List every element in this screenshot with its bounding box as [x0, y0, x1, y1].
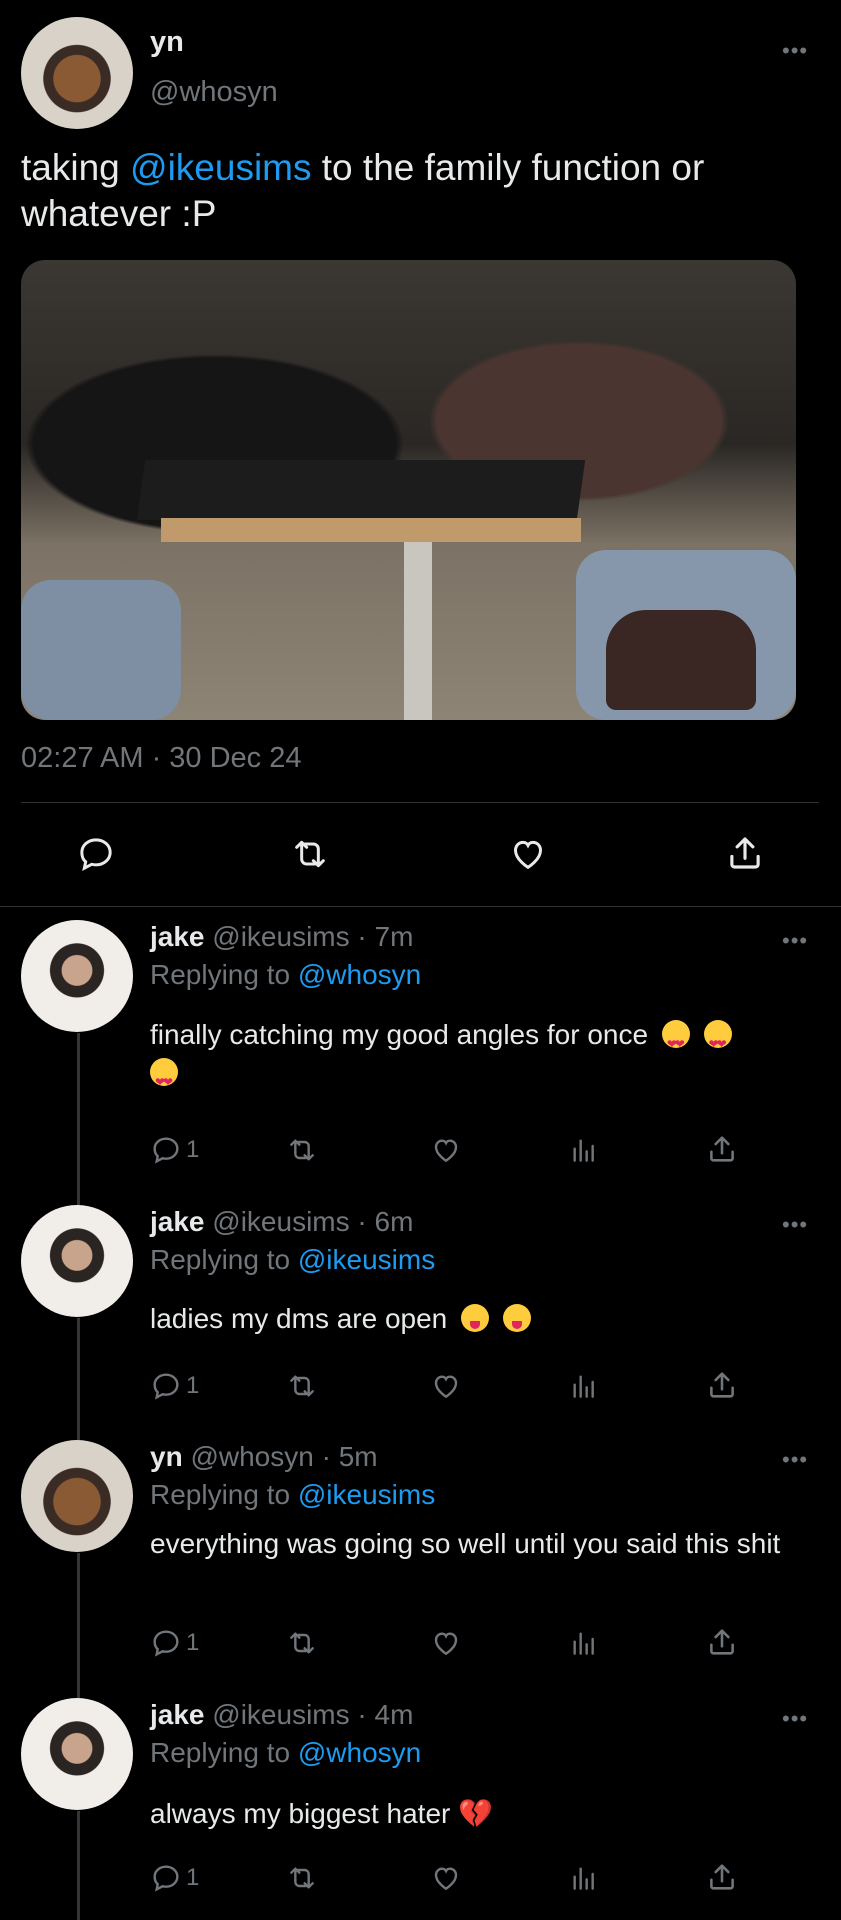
author-handle[interactable]: @ikeusims [212, 921, 349, 952]
tweet-timestamp: 02:27 AM · 30 Dec 24 [21, 742, 302, 774]
share-icon[interactable] [705, 1368, 739, 1402]
heart-eyes-emoji [703, 1020, 732, 1063]
replying-to: Replying to @whosyn [150, 959, 422, 990]
author-name[interactable]: jake [150, 1206, 205, 1237]
avatar[interactable] [21, 1698, 133, 1810]
reply-header: jake @ikeusims · 7m [150, 920, 413, 954]
more-options-icon[interactable]: ••• [782, 40, 808, 62]
share-icon[interactable] [724, 832, 766, 874]
reply-text: everything was going so well until you s… [150, 1528, 781, 1559]
avatar[interactable] [21, 17, 133, 129]
views-icon[interactable] [568, 1862, 600, 1894]
avatar[interactable] [21, 920, 133, 1032]
mention-link[interactable]: @whosyn [298, 1737, 421, 1768]
share-icon[interactable] [705, 1132, 739, 1166]
reply-time: · 5m [321, 1441, 378, 1472]
thread-line [77, 1811, 80, 1920]
reply-icon[interactable] [76, 834, 116, 874]
author-handle[interactable]: @ikeusims [212, 1206, 349, 1237]
author-name[interactable]: jake [150, 1699, 205, 1730]
tweet-text-pre: taking [21, 147, 131, 188]
reply-button[interactable]: 1 [150, 1134, 199, 1166]
views-icon[interactable] [568, 1134, 600, 1166]
like-icon[interactable] [429, 1134, 463, 1166]
like-icon[interactable] [429, 1370, 463, 1402]
avatar[interactable] [21, 1440, 133, 1552]
mention-link[interactable]: @ikeusims [298, 1479, 435, 1510]
retweet-icon[interactable] [285, 1134, 319, 1166]
author-name[interactable]: jake [150, 921, 205, 952]
share-icon[interactable] [705, 1860, 739, 1894]
like-icon[interactable] [507, 834, 549, 874]
reply-time: · 7m [357, 921, 414, 952]
divider [21, 802, 819, 803]
author-handle[interactable]: @whosyn [150, 76, 278, 109]
author-handle[interactable]: @whosyn [190, 1441, 313, 1472]
reply-time: · 4m [357, 1699, 414, 1730]
replying-to: Replying to @ikeusims [150, 1244, 436, 1275]
tweet-photo[interactable] [21, 260, 796, 720]
heart-eyes-emoji [150, 1058, 178, 1101]
tweet-text: taking @ikeusims to the family function … [21, 145, 811, 237]
reply-text: always my biggest hater 💔 [150, 1798, 494, 1829]
avatar[interactable] [21, 1205, 133, 1317]
thread-line [77, 1033, 80, 1208]
broken-heart-emoji: 💔 [458, 1798, 494, 1829]
reply-count: 1 [186, 1864, 200, 1891]
replying-to: Replying to @ikeusims [150, 1479, 436, 1510]
replying-to: Replying to @whosyn [150, 1737, 422, 1768]
divider [0, 906, 841, 907]
retweet-icon[interactable] [285, 1370, 319, 1402]
retweet-icon[interactable] [285, 1862, 319, 1894]
reply-text: finally catching my good angles for once [150, 1016, 805, 1101]
reply-header: jake @ikeusims · 6m [150, 1205, 413, 1239]
reply-button[interactable]: 1 [150, 1627, 199, 1659]
squinting-tongue-emoji [461, 1304, 490, 1332]
more-options-icon[interactable]: ••• [782, 1449, 808, 1471]
mention-link[interactable]: @whosyn [298, 959, 421, 990]
author-name[interactable]: yn [150, 26, 184, 59]
mention-link[interactable]: @ikeusims [130, 147, 311, 188]
reply-header: yn @whosyn · 5m [150, 1440, 378, 1474]
retweet-icon[interactable] [285, 1627, 319, 1659]
reply-button[interactable]: 1 [150, 1370, 199, 1402]
reply-count: 1 [186, 1629, 200, 1656]
reply-button[interactable]: 1 [150, 1862, 199, 1894]
reply-count: 1 [186, 1136, 200, 1163]
like-icon[interactable] [429, 1862, 463, 1894]
reply-text: ladies my dms are open [150, 1300, 805, 1338]
reply-header: jake @ikeusims · 4m [150, 1698, 413, 1732]
reply-time: · 6m [357, 1206, 414, 1237]
mention-link[interactable]: @ikeusims [298, 1244, 435, 1275]
more-options-icon[interactable]: ••• [782, 1708, 808, 1730]
views-icon[interactable] [568, 1627, 600, 1659]
views-icon[interactable] [568, 1370, 600, 1402]
more-options-icon[interactable]: ••• [782, 1214, 808, 1236]
retweet-icon[interactable] [289, 834, 331, 874]
share-icon[interactable] [705, 1625, 739, 1659]
squinting-tongue-emoji [502, 1304, 531, 1332]
reply-count: 1 [186, 1372, 200, 1399]
thread-line [77, 1318, 80, 1440]
author-name[interactable]: yn [150, 1441, 183, 1472]
more-options-icon[interactable]: ••• [782, 930, 808, 952]
like-icon[interactable] [429, 1627, 463, 1659]
thread-line [77, 1553, 80, 1698]
heart-eyes-emoji [661, 1020, 690, 1063]
author-handle[interactable]: @ikeusims [212, 1699, 349, 1730]
